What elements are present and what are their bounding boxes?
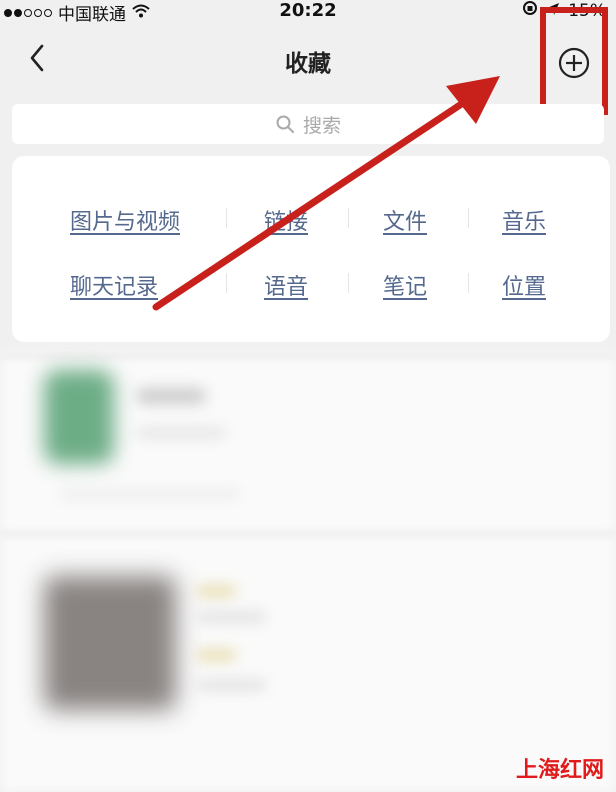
search-placeholder: 搜索 [302,114,341,137]
list-item-text [196,680,266,690]
list-item-text [196,612,266,622]
search-icon [276,115,294,133]
list-divider [0,530,616,538]
category-voice[interactable]: 语音 [264,269,308,301]
status-bar: 中国联通 20:22 15% [0,0,616,25]
watermark: 上海红网 [515,758,604,783]
annotation-highlight-box [540,7,608,115]
category-card: 图片与视频 链接 文件 音乐 聊天记录 语音 笔记 位置 [12,156,610,342]
category-location[interactable]: 位置 [502,269,546,301]
list-divider [0,352,616,360]
list-item-title [136,388,206,404]
category-images-videos[interactable]: 图片与视频 [70,204,180,236]
page-title: 收藏 [285,51,331,77]
list-item-text [196,650,236,660]
nav-bar: 收藏 [0,30,616,86]
list-item-meta [60,490,240,498]
list-item-text [196,586,236,596]
category-notes[interactable]: 笔记 [383,269,427,301]
list-item-thumbnail[interactable] [44,370,114,464]
divider [226,273,227,293]
divider [468,208,469,228]
category-links[interactable]: 链接 [264,204,308,236]
divider [348,273,349,293]
search-input[interactable]: 搜索 [12,104,604,144]
list-item-text [136,428,226,438]
rotation-lock-icon [522,0,538,21]
category-files[interactable]: 文件 [383,204,427,236]
divider [226,208,227,228]
category-music[interactable]: 音乐 [502,204,546,236]
divider [348,208,349,228]
list-item-thumbnail[interactable] [44,576,176,710]
category-chat-history[interactable]: 聊天记录 [70,269,158,301]
divider [468,273,469,293]
